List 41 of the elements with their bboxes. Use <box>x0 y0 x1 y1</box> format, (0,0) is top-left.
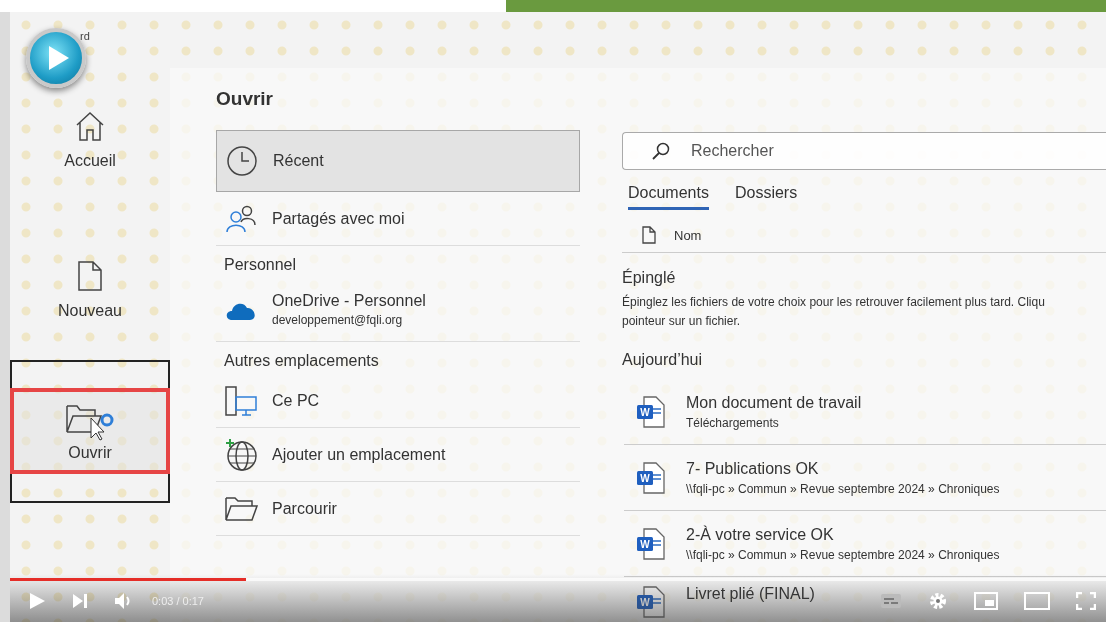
document-icon <box>77 260 103 292</box>
theater-mode-icon[interactable] <box>1024 592 1050 610</box>
folder-cursor-icon <box>65 402 115 442</box>
sidebar-item[interactable]: Accueil <box>10 90 170 180</box>
file-row[interactable]: W 7- Publications OK \\fqli-pc » Commun » Revue septembre 2024 » Chroniques <box>624 445 1106 511</box>
location-item[interactable]: Récent <box>216 130 580 192</box>
pinned-description-line: Épinglez les fichiers de votre choix pour les retrouver facilement plus tard. Cliqu <box>622 293 1045 311</box>
play-icon[interactable] <box>28 592 46 610</box>
file-icon <box>642 226 656 244</box>
file-row[interactable]: W 2-À votre service OK \\fqli-pc » Commun » Revue septembre 2024 » Chroniques <box>624 511 1106 577</box>
subtitles-icon[interactable] <box>880 593 902 609</box>
section-heading: Aujourd’hui <box>622 351 704 369</box>
location-item[interactable]: Ajouter un emplacement <box>216 428 580 482</box>
search-icon <box>652 142 670 160</box>
column-header[interactable]: Nom <box>674 227 702 243</box>
search-field[interactable]: Rechercher <box>622 132 1106 170</box>
settings-icon[interactable] <box>928 591 948 611</box>
fullscreen-icon[interactable] <box>1076 592 1096 610</box>
tab[interactable]: Documents <box>628 184 709 210</box>
section-heading: Personnel <box>223 255 298 275</box>
section-heading: Autres emplacements <box>223 351 380 371</box>
pinned-description-line: pointeur sur un fichier. <box>622 313 741 330</box>
section-heading: Épinglé <box>622 269 677 287</box>
next-icon[interactable] <box>72 593 88 609</box>
tab[interactable]: Dossiers <box>734 184 798 210</box>
file-row[interactable]: W Mon document de travail Téléchargements <box>624 379 1106 445</box>
location-item[interactable]: OneDrive - Personnel developpement@fqli.org <box>216 278 580 342</box>
home-icon <box>75 110 105 142</box>
globe-icon <box>224 437 258 472</box>
clock-icon <box>225 145 259 177</box>
location-item[interactable]: Ce PC <box>216 374 580 428</box>
computer-icon <box>224 384 258 417</box>
miniplayer-icon[interactable] <box>974 592 998 610</box>
folder-icon <box>224 495 258 522</box>
sidebar-item[interactable]: Ouvrir <box>10 388 170 474</box>
location-item[interactable]: Partagés avec moi <box>216 192 580 246</box>
location-item[interactable]: Parcourir <box>216 482 580 536</box>
page-title: Ouvrir <box>216 88 275 110</box>
people-icon <box>224 204 258 233</box>
app-label: rd <box>80 30 90 42</box>
sidebar-item[interactable]: Nouveau <box>10 240 170 330</box>
